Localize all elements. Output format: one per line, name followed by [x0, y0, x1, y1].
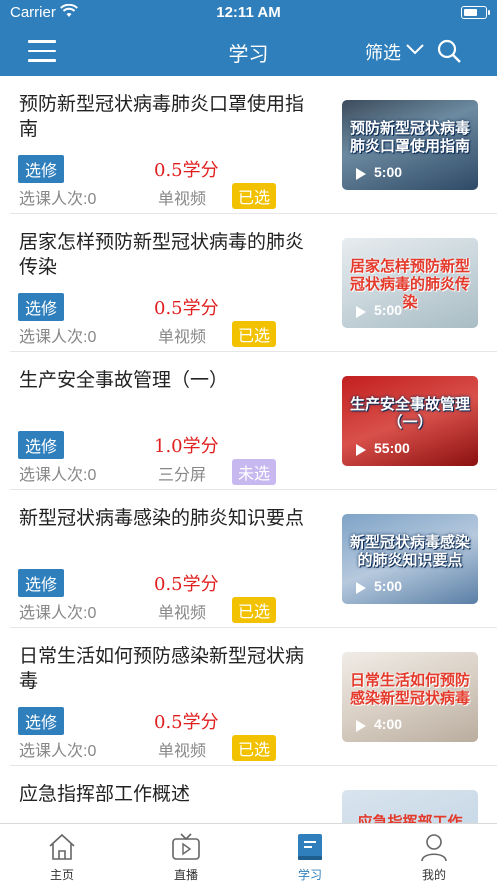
elective-tag: 选修	[18, 707, 65, 735]
filter-button[interactable]: 筛选	[365, 39, 401, 65]
course-thumbnail[interactable]: 居家怎样预防新型冠状病毒的肺炎传染 5:00	[342, 238, 478, 328]
video-duration: 55:00	[374, 440, 410, 456]
course-item[interactable]: 新型冠状病毒感染的肺炎知识要点 选修 0.5学分 选课人次:0 单视频 已选 新…	[10, 490, 497, 628]
status-badge: 已选	[232, 597, 277, 623]
tab-bar: 主页 直播 学习 我的	[0, 823, 497, 883]
user-icon	[421, 834, 447, 862]
search-icon[interactable]	[436, 38, 462, 64]
course-title: 生产安全事故管理（一）	[19, 369, 229, 391]
course-credit: 0.5学分	[154, 574, 219, 595]
elective-tag: 选修	[18, 155, 65, 183]
course-credit: 1.0学分	[154, 436, 219, 457]
course-format: 单视频	[158, 743, 207, 760]
tv-icon	[172, 833, 200, 860]
tab-home[interactable]: 主页	[0, 824, 124, 883]
enrollment-count: 选课人次:0	[19, 329, 97, 346]
status-badge: 已选	[232, 321, 277, 347]
status-badge: 已选	[232, 735, 277, 761]
course-thumbnail[interactable]: 预防新型冠状病毒肺炎口罩使用指南 5:00	[342, 100, 478, 190]
enrollment-count: 选课人次:0	[19, 467, 97, 484]
enrollment-count: 选课人次:0	[19, 191, 97, 208]
book-icon	[298, 834, 322, 860]
play-icon	[356, 306, 366, 318]
thumbnail-caption: 日常生活如何预防感染新型冠状病毒	[349, 672, 470, 707]
elective-tag: 选修	[18, 569, 65, 597]
status-badge: 未选	[232, 459, 277, 485]
course-title: 新型冠状病毒感染的肺炎知识要点	[19, 507, 305, 529]
course-thumbnail[interactable]: 生产安全事故管理（一） 55:00	[342, 376, 478, 466]
tab-live[interactable]: 直播	[124, 824, 248, 883]
course-list: 预防新型冠状病毒肺炎口罩使用指南 选修 0.5学分 选课人次:0 单视频 已选 …	[0, 76, 497, 823]
play-icon	[356, 444, 366, 456]
course-item[interactable]: 应急指挥部工作概述 应急指挥部工作	[10, 766, 497, 823]
video-duration: 4:00	[374, 716, 403, 732]
course-title: 居家怎样预防新型冠状病毒的肺炎传染	[19, 231, 305, 278]
course-item[interactable]: 日常生活如何预防感染新型冠状病毒 选修 0.5学分 选课人次:0 单视频 已选 …	[10, 628, 497, 766]
play-icon	[356, 168, 366, 180]
clock: 12:11 AM	[216, 4, 281, 21]
video-duration: 5:00	[374, 164, 403, 180]
play-icon	[356, 720, 366, 732]
status-badge: 已选	[232, 183, 277, 209]
enrollment-count: 选课人次:0	[19, 743, 97, 760]
course-format: 三分屏	[158, 467, 207, 484]
course-title: 预防新型冠状病毒肺炎口罩使用指南	[19, 93, 305, 140]
play-icon	[356, 582, 366, 594]
home-icon	[49, 833, 75, 860]
course-item[interactable]: 预防新型冠状病毒肺炎口罩使用指南 选修 0.5学分 选课人次:0 单视频 已选 …	[10, 76, 497, 214]
video-duration: 5:00	[374, 578, 403, 594]
tab-label: 直播	[173, 868, 198, 882]
tab-label: 我的	[421, 868, 446, 882]
thumbnail-caption: 应急指挥部工作	[357, 814, 463, 823]
tab-profile[interactable]: 我的	[372, 824, 496, 883]
course-credit: 0.5学分	[154, 298, 219, 319]
chevron-down-icon[interactable]	[405, 42, 425, 56]
course-thumbnail[interactable]: 日常生活如何预防感染新型冠状病毒 4:00	[342, 652, 478, 742]
tab-study[interactable]: 学习	[248, 824, 372, 883]
thumbnail-caption: 新型冠状病毒感染的肺炎知识要点	[349, 534, 470, 569]
course-credit: 0.5学分	[154, 712, 219, 733]
course-item[interactable]: 生产安全事故管理（一） 选修 1.0学分 选课人次:0 三分屏 未选 生产安全事…	[10, 352, 497, 490]
course-thumbnail[interactable]: 新型冠状病毒感染的肺炎知识要点 5:00	[342, 514, 478, 604]
course-thumbnail[interactable]: 应急指挥部工作	[342, 790, 478, 823]
course-item[interactable]: 居家怎样预防新型冠状病毒的肺炎传染 选修 0.5学分 选课人次:0 单视频 已选…	[10, 214, 497, 352]
status-bar: Carrier 12:11 AM	[0, 0, 497, 26]
course-title: 日常生活如何预防感染新型冠状病毒	[19, 645, 305, 692]
thumbnail-caption: 预防新型冠状病毒肺炎口罩使用指南	[349, 120, 470, 155]
course-title: 应急指挥部工作概述	[19, 783, 191, 805]
battery-icon	[461, 6, 490, 19]
elective-tag: 选修	[18, 431, 65, 459]
tab-label: 主页	[49, 868, 74, 882]
video-duration: 5:00	[374, 302, 403, 318]
nav-bar: 学习 筛选	[0, 26, 497, 76]
thumbnail-caption: 生产安全事故管理（一）	[349, 396, 470, 431]
course-format: 单视频	[158, 191, 207, 208]
elective-tag: 选修	[18, 293, 65, 321]
thumbnail-caption: 居家怎样预防新型冠状病毒的肺炎传染	[349, 258, 470, 311]
course-credit: 0.5学分	[154, 160, 219, 181]
course-format: 单视频	[158, 329, 207, 346]
tab-label: 学习	[297, 868, 322, 882]
enrollment-count: 选课人次:0	[19, 605, 97, 622]
course-format: 单视频	[158, 605, 207, 622]
